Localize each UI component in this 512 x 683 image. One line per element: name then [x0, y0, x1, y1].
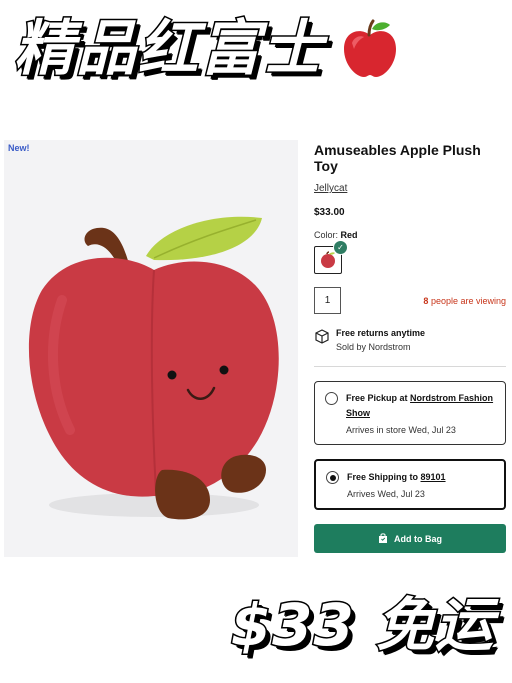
- shipping-title: Free Shipping to 89101: [347, 470, 446, 485]
- footer-banner-text: $33 免运: [229, 591, 494, 659]
- divider: [314, 366, 506, 367]
- pickup-option[interactable]: Free Pickup at Nordstrom Fashion Show Ar…: [314, 381, 506, 445]
- color-label: Color: Red: [314, 230, 506, 240]
- viewing-indicator: 8 people are viewing: [423, 296, 506, 306]
- shipping-label: Free Shipping to: [347, 472, 418, 482]
- shipping-arrival: Arrives Wed, Jul 23: [347, 489, 425, 499]
- add-to-bag-button[interactable]: Add to Bag: [314, 524, 506, 553]
- box-return-icon: [315, 329, 329, 344]
- shipping-radio[interactable]: [326, 471, 339, 484]
- product-price: $33.00: [314, 207, 345, 218]
- shipping-zip-link[interactable]: 89101: [421, 472, 446, 482]
- color-swatch-red[interactable]: ✓: [314, 240, 348, 274]
- viewing-count: 8: [423, 295, 429, 306]
- radio-selected-dot: [329, 474, 336, 481]
- sold-by: Sold by Nordstrom: [336, 342, 411, 352]
- product-title: Amuseables Apple Plush Toy: [314, 142, 481, 174]
- quantity-selector[interactable]: 1: [314, 287, 341, 314]
- add-to-bag-label: Add to Bag: [394, 533, 442, 544]
- viewing-text: people are viewing: [430, 295, 506, 306]
- color-value: Red: [340, 230, 358, 240]
- product-details: Amuseables Apple Plush Toy Jellycat $33.…: [314, 140, 506, 553]
- color-label-text: Color:: [314, 230, 339, 240]
- check-icon: ✓: [333, 240, 348, 255]
- headline-banner: 精品红富士: [13, 10, 402, 88]
- returns-info: Free returns anytime Sold by Nordstrom: [314, 328, 506, 352]
- shipping-option[interactable]: Free Shipping to 89101 Arrives Wed, Jul …: [314, 459, 506, 510]
- shopping-bag-icon: [379, 533, 387, 543]
- headline-text: 精品红富士: [13, 14, 324, 84]
- apple-emoji-icon: [344, 19, 396, 77]
- pickup-arrival: Arrives in store Wed, Jul 23: [346, 425, 456, 435]
- product-image-panel[interactable]: New!: [4, 140, 298, 557]
- pickup-title: Free Pickup at Nordstrom Fashion Show: [346, 391, 495, 421]
- pickup-label: Free Pickup at: [346, 393, 408, 403]
- brand-link[interactable]: Jellycat: [314, 183, 347, 194]
- quantity-row: 1 8 people are viewing: [314, 287, 506, 314]
- returns-title: Free returns anytime: [336, 328, 426, 338]
- pickup-radio[interactable]: [325, 392, 338, 405]
- swatch-apple-icon: [321, 251, 335, 268]
- apple-plush-image: [28, 216, 279, 520]
